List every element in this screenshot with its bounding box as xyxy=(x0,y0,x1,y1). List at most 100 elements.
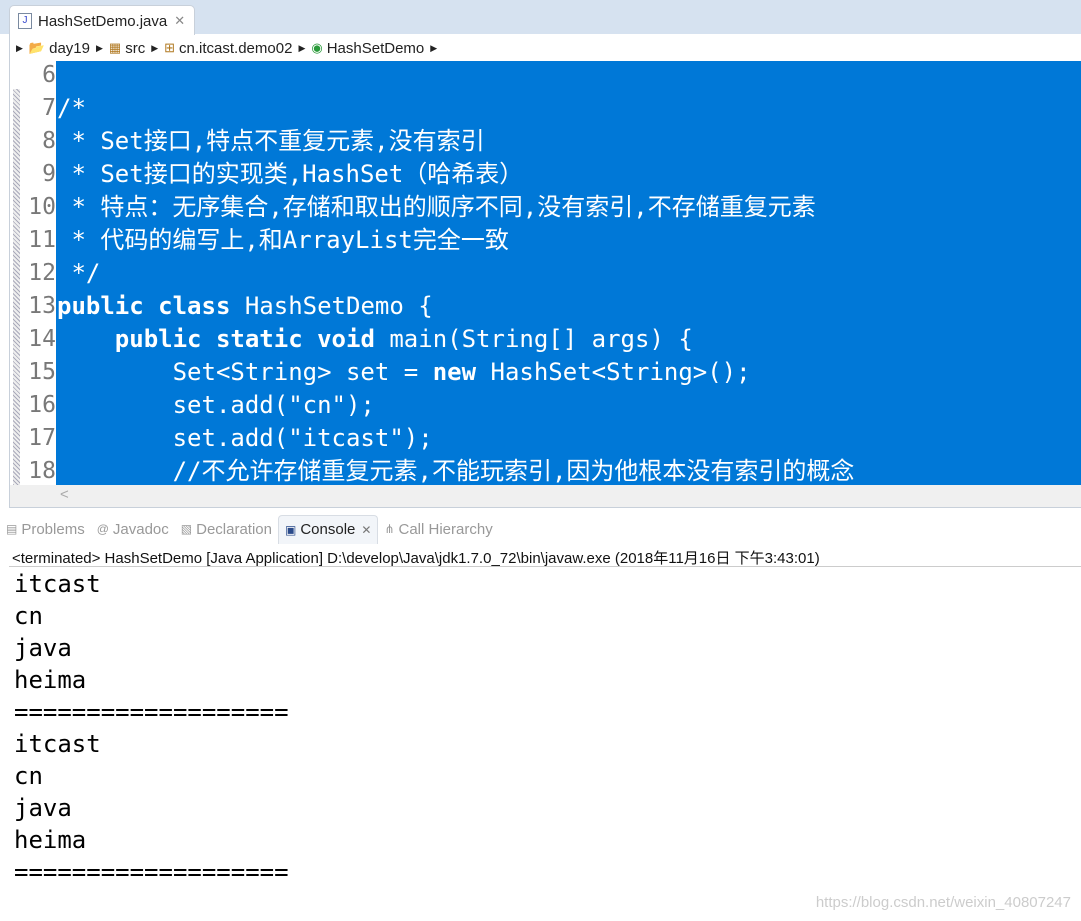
close-icon[interactable]: ✕ xyxy=(361,523,371,537)
code-line: * Set接口的实现类,HashSet（哈希表） xyxy=(57,158,523,191)
package-folder-icon: ▦ xyxy=(108,40,122,55)
chevron-right-icon[interactable]: ▶ xyxy=(16,43,23,54)
code-text: * Set接口的实现类,HashSet（哈希表） xyxy=(57,160,524,188)
close-icon[interactable]: ✕ xyxy=(174,13,185,29)
tab-label: HashSetDemo.java xyxy=(38,12,168,30)
keyword: class xyxy=(158,292,231,320)
project-icon: 📂 xyxy=(28,40,46,55)
class-icon: ◉ xyxy=(311,40,323,55)
code-text: set.add("itcast"); xyxy=(57,424,433,452)
line-number: 16 xyxy=(28,392,56,418)
code-line: public class HashSetDemo { xyxy=(57,290,433,323)
divider xyxy=(9,566,1081,567)
code-text: * 代码的编写上,和ArrayList完全一致 xyxy=(57,226,509,254)
code-line: * 特点：无序集合,存储和取出的顺序不同,没有索引,不存储重复元素 xyxy=(57,191,816,224)
code-line: set.add("cn"); xyxy=(57,389,375,422)
tab-hashsetdemo-java[interactable]: J HashSetDemo.java ✕ xyxy=(9,5,195,36)
console-output[interactable]: itcast cn java heima =================== itca… xyxy=(14,568,289,888)
horizontal-scrollbar[interactable]: < xyxy=(9,485,1081,508)
chevron-right-icon[interactable]: ▶ xyxy=(151,43,158,54)
panel-tabs: ▤ Problems @ Javadoc ▧ Declaration ▣ Console ✕ ⋔ C… xyxy=(0,514,1081,544)
java-file-icon: J xyxy=(18,13,32,29)
tab-declaration[interactable]: ▧ Declaration xyxy=(175,515,278,543)
breadcrumb-item[interactable]: ◉ HashSetDemo xyxy=(311,40,424,57)
code-text: /* xyxy=(57,94,86,122)
tab-label: Call Hierarchy xyxy=(398,520,493,538)
console-line: =================== xyxy=(14,858,289,886)
watermark: https://blog.csdn.net/weixin_40807247 xyxy=(815,894,1071,911)
code-text: * Set接口,特点不重复元素,没有索引 xyxy=(57,127,485,155)
console-line: java xyxy=(14,794,72,822)
line-number: 14 xyxy=(28,326,56,352)
code-line: */ xyxy=(57,257,100,290)
code-text: main(String[] args) { xyxy=(374,325,693,353)
chevron-right-icon[interactable]: ▶ xyxy=(430,43,437,54)
problems-icon: ▤ xyxy=(6,522,18,536)
keyword: void xyxy=(317,325,375,353)
declaration-icon: ▧ xyxy=(180,522,193,536)
console-line: cn xyxy=(14,602,43,630)
code-text: */ xyxy=(57,259,101,287)
line-number: 17 xyxy=(28,425,56,451)
tab-label: Console xyxy=(300,521,356,538)
console-line: heima xyxy=(14,826,87,854)
tab-javadoc[interactable]: @ Javadoc xyxy=(91,515,175,543)
line-number: 10 xyxy=(28,194,56,220)
code-line: Set<String> set = new HashSet<String>(); xyxy=(57,356,751,389)
console-line: itcast xyxy=(14,730,101,758)
console-status: <terminated> HashSetDemo [Java Applicati… xyxy=(12,550,820,567)
package-icon: ⊞ xyxy=(164,40,176,55)
chevron-right-icon[interactable]: ▶ xyxy=(298,43,305,54)
keyword: public xyxy=(114,325,202,353)
tab-call-hierarchy[interactable]: ⋔ Call Hierarchy xyxy=(378,515,498,543)
line-number: 9 xyxy=(42,161,56,187)
code-line: * Set接口,特点不重复元素,没有索引 xyxy=(57,125,485,158)
code-editor[interactable]: 6 7 8 9 10 11 12 13 14 15 16 17 18 /* * Set接口,特点不重复元… xyxy=(9,61,1081,485)
line-number: 13 xyxy=(28,293,56,319)
code-text: Set<String> set = xyxy=(57,358,433,386)
tab-label: Declaration xyxy=(196,520,272,538)
keyword: public xyxy=(57,292,144,320)
code-line: set.add("itcast"); xyxy=(57,422,433,455)
line-number: 15 xyxy=(28,359,56,385)
editor-tab-bar: J HashSetDemo.java ✕ xyxy=(0,0,1081,36)
breadcrumb-label: cn.itcast.demo02 xyxy=(179,39,293,57)
tab-problems[interactable]: ▤ Problems xyxy=(0,515,91,543)
code-text: set.add("cn"); xyxy=(57,391,375,419)
line-number-gutter: 6 7 8 9 10 11 12 13 14 15 16 17 18 xyxy=(10,61,56,485)
console-line: heima xyxy=(14,666,87,694)
console-line: cn xyxy=(14,762,43,790)
code-text: HashSetDemo { xyxy=(230,292,433,320)
code-line: //不允许存储重复元素,不能玩索引,因为他根本没有索引的概念 xyxy=(57,455,855,485)
keyword: new xyxy=(432,358,477,386)
line-number: 8 xyxy=(42,128,56,154)
console-line: java xyxy=(14,634,72,662)
tab-console[interactable]: ▣ Console ✕ xyxy=(277,514,379,544)
line-number: 11 xyxy=(28,227,56,253)
line-number: 12 xyxy=(28,260,56,286)
breadcrumb-item[interactable]: ▦ src xyxy=(109,40,145,57)
at-icon: @ xyxy=(96,522,109,536)
scroll-left-icon[interactable]: < xyxy=(60,486,69,503)
code-line: * 代码的编写上,和ArrayList完全一致 xyxy=(57,224,509,257)
keyword: static xyxy=(215,325,303,353)
code-text: //不允许存储重复元素,不能玩索引,因为他根本没有索引的概念 xyxy=(57,457,855,485)
code-text: HashSet<String>(); xyxy=(476,358,751,386)
console-line: =================== xyxy=(14,698,289,726)
breadcrumb-item[interactable]: ⊞ cn.itcast.demo02 xyxy=(164,40,292,57)
call-hierarchy-icon: ⋔ xyxy=(384,522,395,536)
code-line: public static void main(String[] args) { xyxy=(57,323,693,356)
chevron-right-icon[interactable]: ▶ xyxy=(96,43,103,54)
tab-label: Javadoc xyxy=(112,520,169,538)
breadcrumb-item[interactable]: 📂 day19 xyxy=(29,40,90,57)
tab-label: Problems xyxy=(21,520,85,538)
line-number: 18 xyxy=(28,458,56,484)
code-text: * 特点：无序集合,存储和取出的顺序不同,没有索引,不存储重复元素 xyxy=(57,193,816,221)
breadcrumb-label: HashSetDemo xyxy=(326,39,425,57)
line-number: 6 xyxy=(42,62,56,88)
console-line: itcast xyxy=(14,570,101,598)
